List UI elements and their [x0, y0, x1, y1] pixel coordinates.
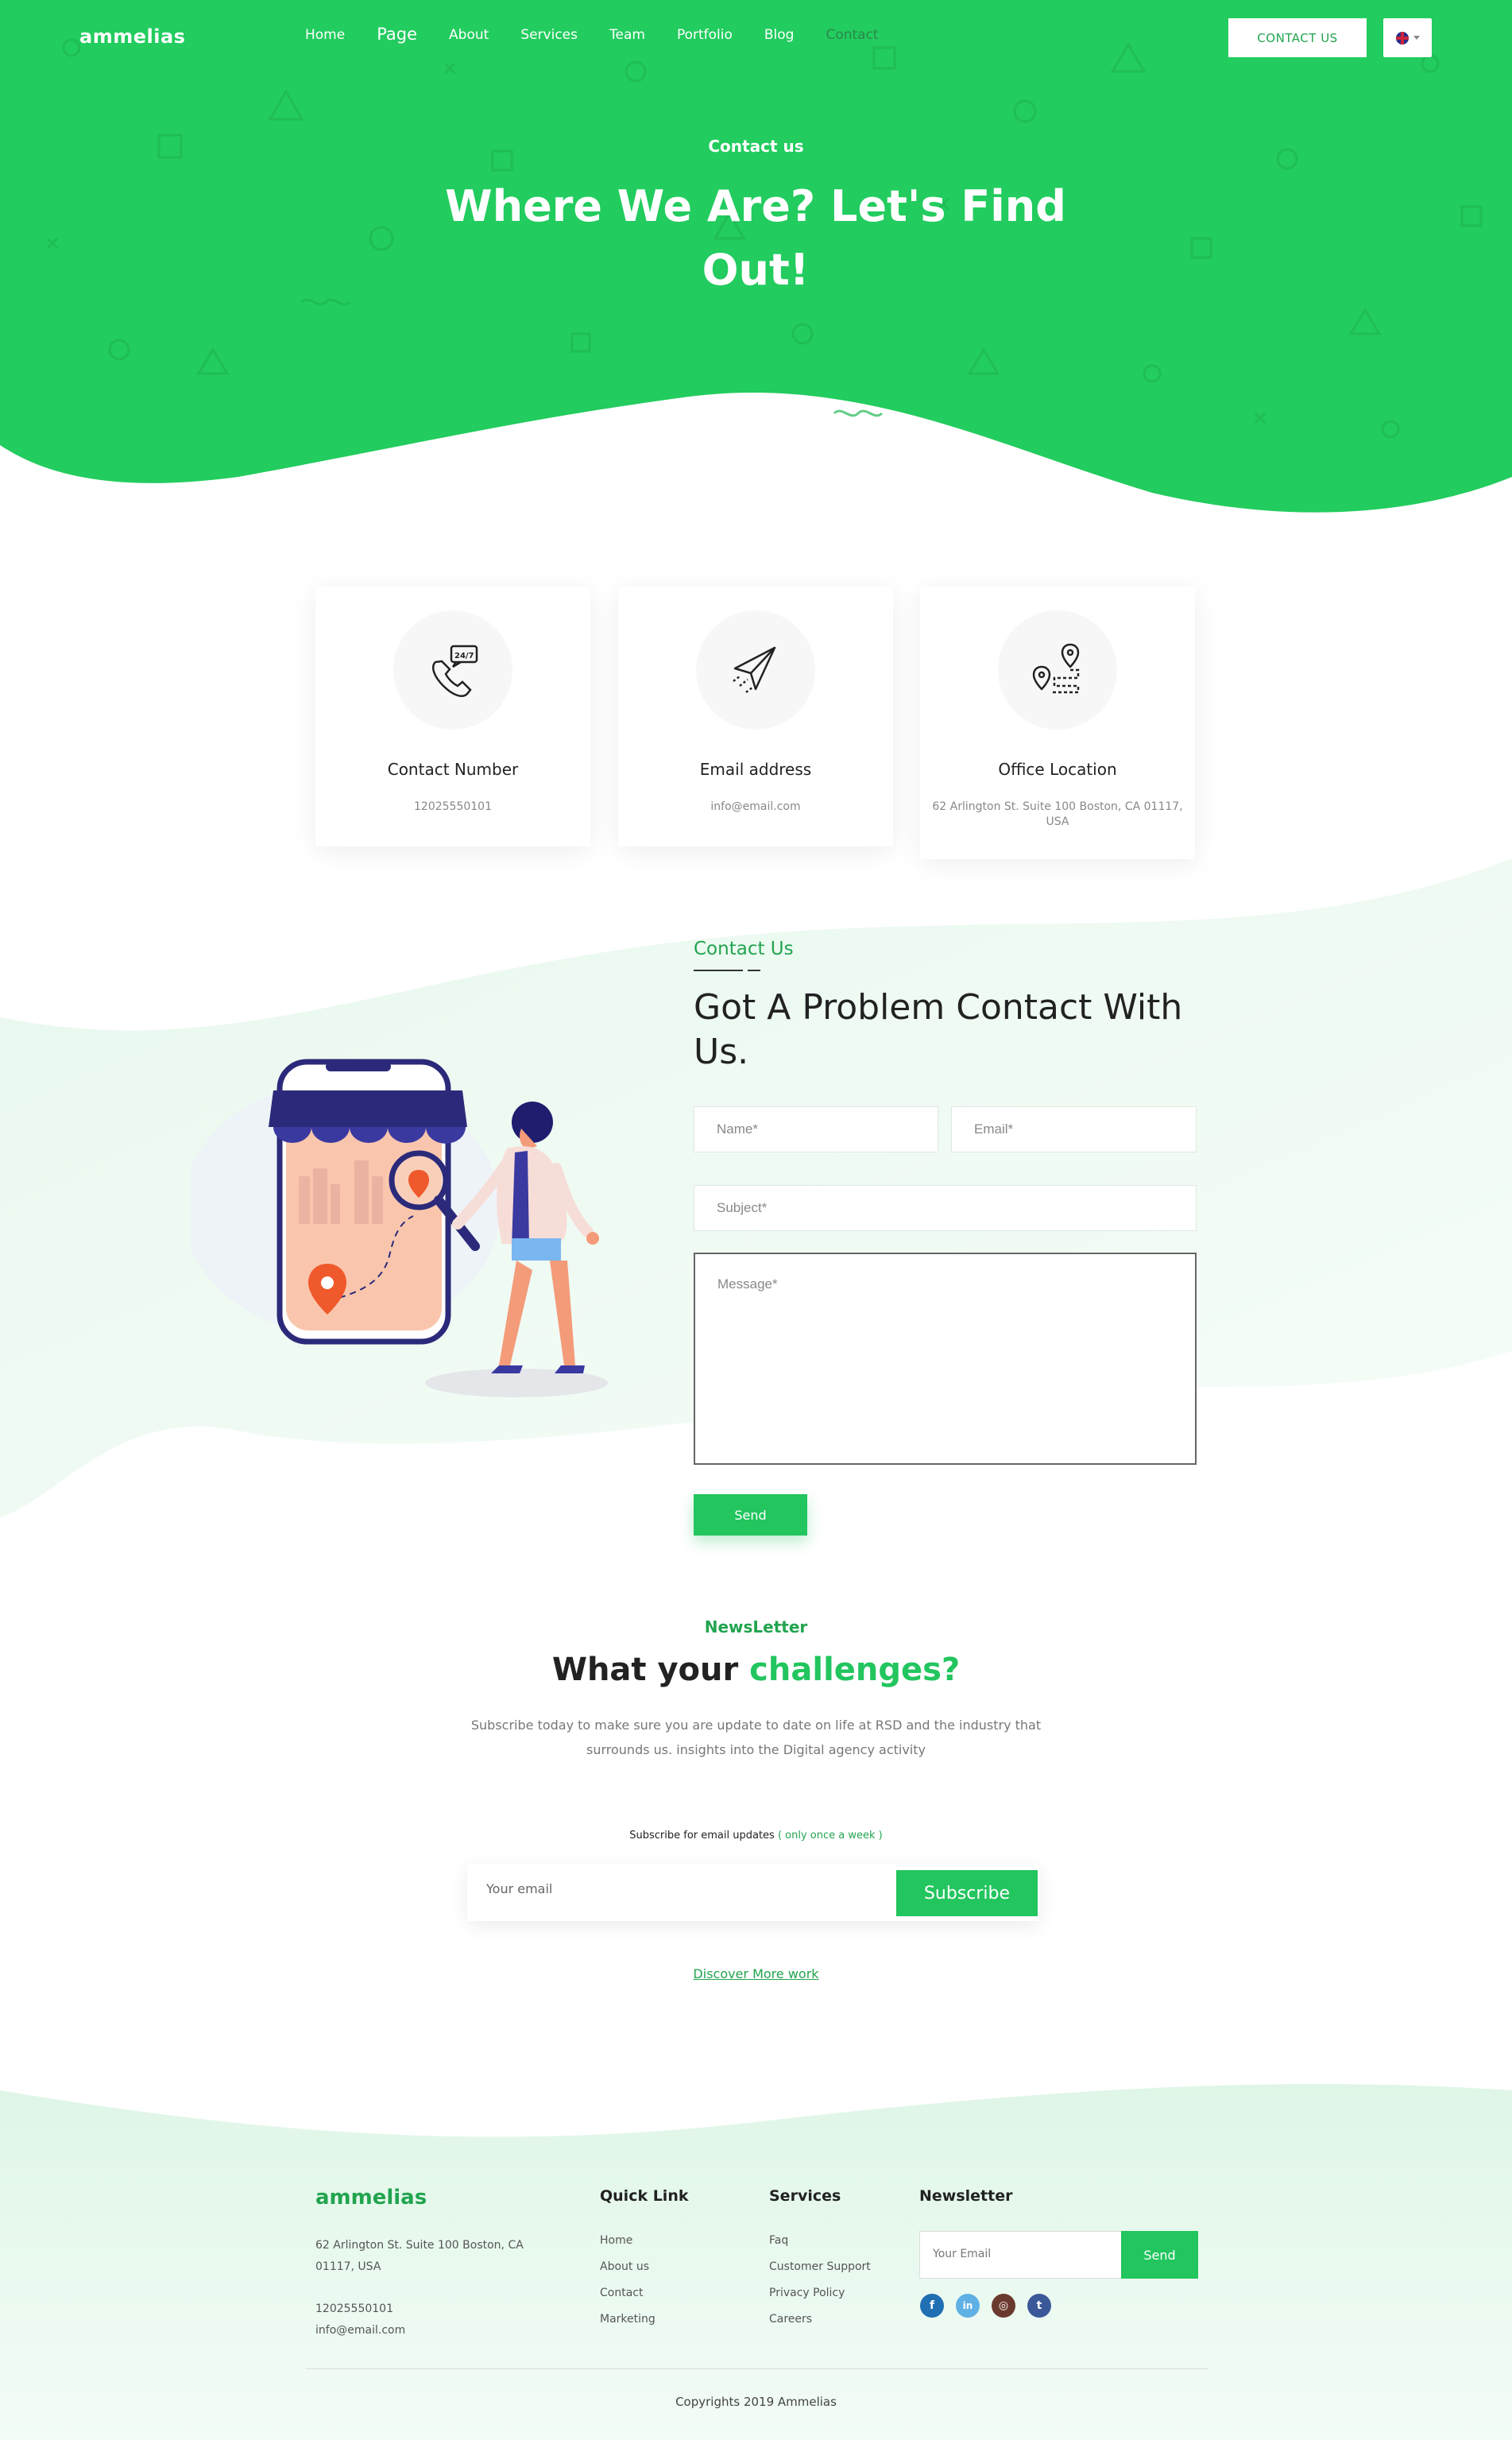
- nav-team[interactable]: Team: [609, 27, 645, 44]
- nav-about[interactable]: About: [449, 27, 489, 44]
- main-nav: Home Page About Services Team Portfolio …: [305, 25, 911, 44]
- footer-link-marketing[interactable]: Marketing: [600, 2306, 655, 2333]
- uk-flag-icon: [1395, 31, 1409, 45]
- quick-link-list: Home About us Contact Marketing: [600, 2228, 655, 2333]
- footer-contact: 12025550101 info@email.com: [315, 2299, 405, 2341]
- nav-contact[interactable]: Contact: [826, 27, 878, 44]
- nav-blog[interactable]: Blog: [764, 27, 795, 44]
- footer-background: [0, 2084, 1512, 2440]
- contact-form-title: Got A Problem Contact With Us.: [694, 987, 1183, 1072]
- footer-divider: [305, 2368, 1208, 2369]
- svg-text:24/7: 24/7: [454, 652, 474, 660]
- card-title: Email address: [699, 760, 812, 779]
- newsletter-title: What your challenges?: [0, 1652, 1512, 1688]
- label-underline-dash: [748, 970, 760, 971]
- footer-link-contact[interactable]: Contact: [600, 2280, 655, 2306]
- subject-placeholder: Subject*: [717, 1200, 768, 1215]
- footer-newsletter-form: Your Email Send: [919, 2231, 1198, 2279]
- newsletter-note-highlight: ( only once a week ): [777, 1830, 883, 1842]
- contact-number-card: 24/7 Contact Number 12025550101: [315, 587, 590, 846]
- nav-portfolio[interactable]: Portfolio: [677, 27, 733, 44]
- footer-send-button[interactable]: Send: [1121, 2231, 1198, 2279]
- label-underline: [694, 970, 743, 971]
- footer-email-input[interactable]: Your Email: [933, 2248, 991, 2260]
- hero-title: Where We Are? Let's Find Out!: [445, 181, 1066, 295]
- card-value: info@email.com: [710, 800, 801, 813]
- facebook-icon[interactable]: f: [920, 2294, 944, 2318]
- footer-link-privacy[interactable]: Privacy Policy: [769, 2280, 871, 2306]
- footer-link-faq[interactable]: Faq: [769, 2228, 871, 2254]
- footer-email: info@email.com: [315, 2324, 406, 2337]
- message-field[interactable]: Message*: [694, 1253, 1197, 1465]
- card-icon-circle: [696, 610, 815, 730]
- name-field[interactable]: Name*: [694, 1106, 938, 1152]
- footer-logo[interactable]: ammelias: [315, 2186, 427, 2210]
- hero-section: ammelias Home Page About Services Team P…: [0, 0, 1512, 525]
- footer-newsletter-title: Newsletter: [919, 2187, 1013, 2205]
- dribbble-icon[interactable]: ◎: [992, 2294, 1015, 2318]
- discover-more-link[interactable]: Discover More work: [0, 1966, 1512, 1981]
- linkedin-icon[interactable]: in: [956, 2294, 980, 2318]
- footer-link-support[interactable]: Customer Support: [769, 2254, 871, 2280]
- email-placeholder: Email*: [974, 1121, 1014, 1137]
- paper-plane-icon: [733, 646, 776, 693]
- office-location-card: Office Location 62 Arlington St. Suite 1…: [920, 587, 1195, 859]
- nav-home[interactable]: Home: [305, 27, 345, 44]
- newsletter-note-plain: Subscribe for email updates: [629, 1830, 775, 1842]
- card-title: Contact Number: [387, 760, 519, 779]
- message-placeholder: Message*: [717, 1276, 778, 1292]
- language-selector[interactable]: [1383, 18, 1432, 57]
- email-field[interactable]: Email*: [951, 1106, 1197, 1152]
- footer-address: 62 Arlington St. Suite 100 Boston, CA 01…: [315, 2239, 524, 2273]
- newsletter-email-input[interactable]: Your email: [486, 1881, 552, 1896]
- contact-us-button[interactable]: CONTACT US: [1228, 18, 1367, 57]
- name-placeholder: Name*: [717, 1121, 758, 1137]
- services-list: Faq Customer Support Privacy Policy Care…: [769, 2228, 871, 2333]
- card-icon-circle: [998, 610, 1117, 730]
- copyright-text: Copyrights 2019 Ammelias: [675, 2395, 837, 2409]
- card-title: Office Location: [998, 760, 1117, 779]
- email-card: Email address info@email.com: [618, 587, 893, 846]
- subscribe-button[interactable]: Subscribe: [896, 1870, 1038, 1916]
- card-icon-circle: 24/7: [393, 610, 512, 730]
- nav-page[interactable]: Page: [377, 25, 417, 44]
- nav-services[interactable]: Services: [520, 27, 578, 44]
- newsletter-label: NewsLetter: [704, 1617, 808, 1636]
- footer-link-careers[interactable]: Careers: [769, 2306, 871, 2333]
- card-value: 12025550101: [414, 800, 492, 813]
- services-title: Services: [769, 2187, 841, 2205]
- site-logo[interactable]: ammelias: [79, 25, 185, 48]
- footer-link-home[interactable]: Home: [600, 2228, 655, 2254]
- subject-field[interactable]: Subject*: [694, 1185, 1197, 1231]
- footer-link-about[interactable]: About us: [600, 2254, 655, 2280]
- hero-subtitle: Contact us: [708, 137, 804, 156]
- newsletter-title-highlight: challenges?: [749, 1652, 961, 1688]
- newsletter-title-plain: What your: [551, 1652, 739, 1688]
- card-value: 62 Arlington St. Suite 100 Boston, CA 01…: [932, 800, 1183, 828]
- contact-form-label: Contact Us: [694, 939, 794, 959]
- twitter-icon[interactable]: t: [1027, 2294, 1051, 2318]
- phone-24-7-icon: 24/7: [432, 645, 478, 697]
- quick-link-title: Quick Link: [600, 2187, 689, 2205]
- newsletter-form: Your email Subscribe: [467, 1864, 1039, 1921]
- chevron-down-icon: [1413, 36, 1420, 40]
- contact-illustration: [191, 1059, 608, 1397]
- newsletter-note: Subscribe for email updates ( only once …: [0, 1830, 1512, 1842]
- footer-phone: 12025550101: [315, 2303, 393, 2315]
- location-route-icon: [1032, 643, 1080, 694]
- send-button[interactable]: Send: [694, 1494, 807, 1536]
- newsletter-description: Subscribe today to make sure you are upd…: [470, 1718, 1042, 1757]
